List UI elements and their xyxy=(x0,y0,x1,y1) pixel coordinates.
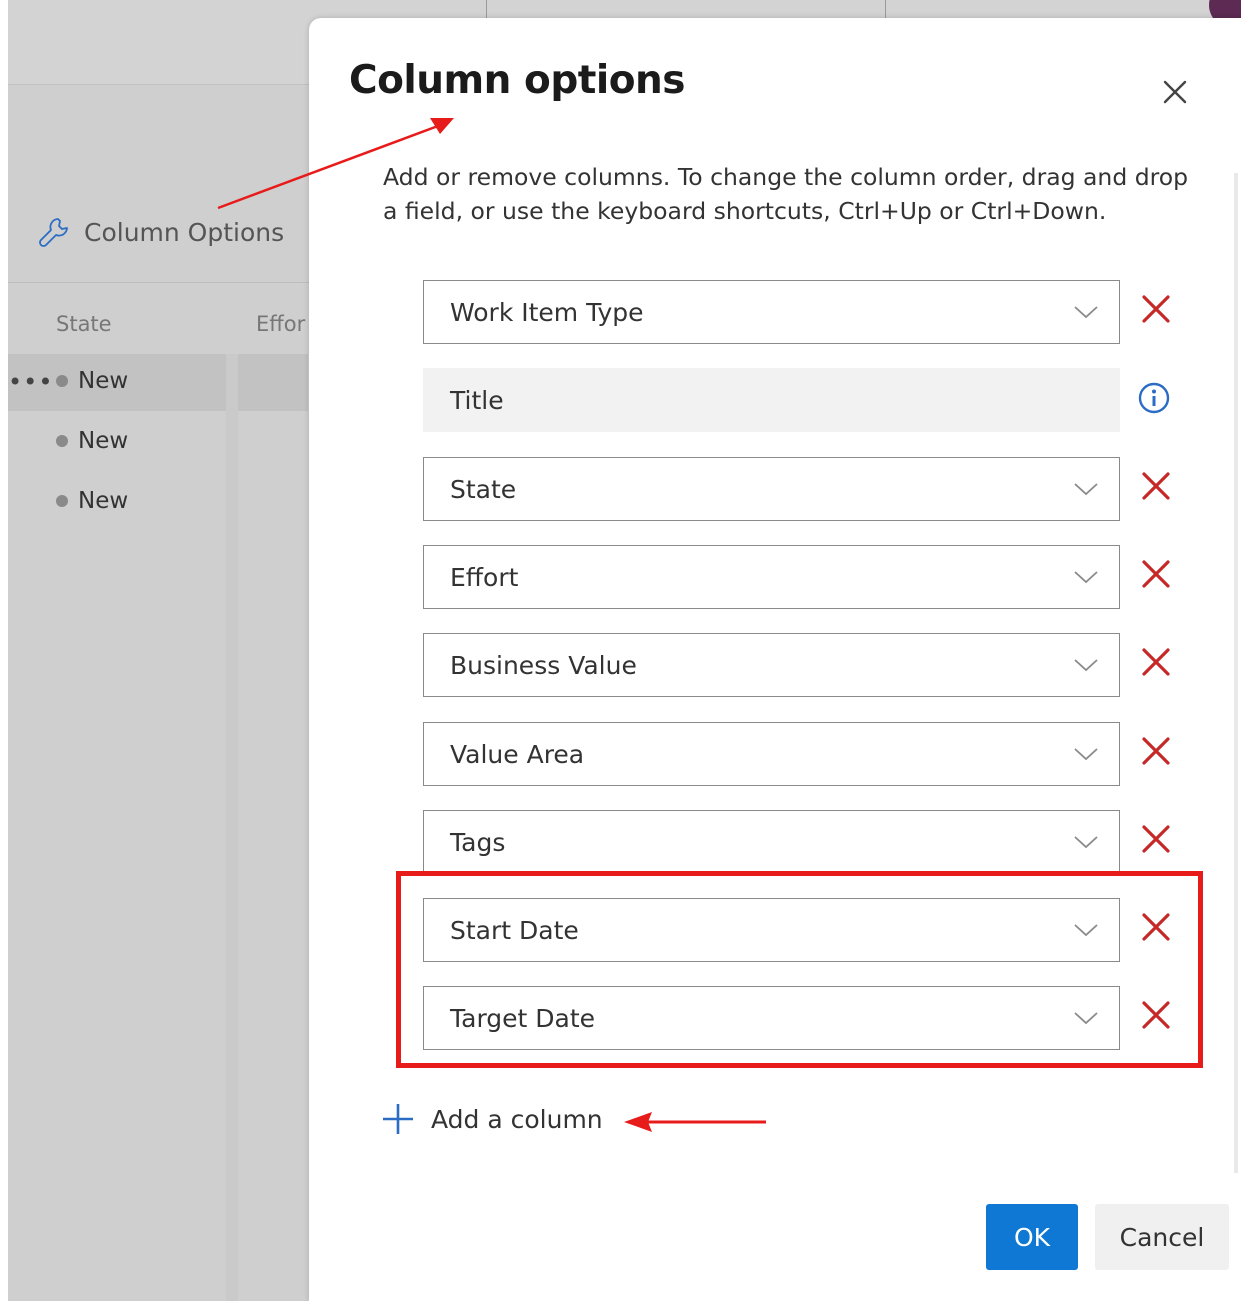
chevron-down-icon xyxy=(1074,748,1098,761)
search-box[interactable] xyxy=(486,0,886,20)
chevron-down-icon xyxy=(1074,659,1098,672)
column-field-dropdown[interactable]: Business Value xyxy=(423,633,1120,697)
row-state: New xyxy=(78,488,129,514)
column-field-label: Effort xyxy=(450,563,519,592)
column-field-dropdown[interactable]: Effort xyxy=(423,545,1120,609)
remove-column-icon[interactable] xyxy=(1141,647,1171,677)
remove-column-icon[interactable] xyxy=(1141,471,1171,501)
column-field-row[interactable]: Effort xyxy=(423,545,1223,609)
column-field-label: Work Item Type xyxy=(450,298,644,327)
more-actions-icon[interactable]: ••• xyxy=(8,368,53,396)
chevron-down-icon xyxy=(1074,571,1098,584)
remove-column-icon[interactable] xyxy=(1141,294,1171,324)
column-divider xyxy=(226,354,238,1301)
column-field-dropdown[interactable]: Tags xyxy=(423,810,1120,874)
column-field-label: State xyxy=(450,475,517,504)
column-header-state[interactable]: State xyxy=(56,312,112,336)
chevron-down-icon xyxy=(1074,483,1098,496)
column-field-label: Tags xyxy=(450,828,506,857)
add-column-label: Add a column xyxy=(431,1104,603,1134)
table-row[interactable]: New xyxy=(56,368,128,394)
dialog-title: Column options xyxy=(349,58,686,103)
close-icon[interactable] xyxy=(1157,74,1193,110)
column-field-dropdown[interactable]: Work Item Type xyxy=(423,280,1120,344)
dialog-description: Add or remove columns. To change the col… xyxy=(383,163,1189,225)
chevron-down-icon xyxy=(1074,836,1098,849)
column-field-locked: Title xyxy=(423,368,1120,432)
remove-column-icon[interactable] xyxy=(1141,736,1171,766)
plus-icon xyxy=(383,1104,413,1134)
chevron-down-icon xyxy=(1074,306,1098,319)
dialog-scrollbar[interactable] xyxy=(1234,173,1238,1173)
row-state: New xyxy=(78,428,129,454)
state-dot-icon xyxy=(56,375,68,387)
wrench-icon xyxy=(39,218,68,247)
row-state: New xyxy=(78,368,129,394)
column-field-label: Business Value xyxy=(450,651,637,680)
state-dot-icon xyxy=(56,435,68,447)
column-field-row[interactable]: Title xyxy=(423,368,1223,432)
remove-column-icon[interactable] xyxy=(1141,559,1171,589)
column-options-dialog: Column options Add or remove columns. To… xyxy=(309,18,1241,1301)
column-field-dropdown[interactable]: Value Area xyxy=(423,722,1120,786)
column-header-effort[interactable]: Effor xyxy=(256,312,305,336)
ok-button[interactable]: OK xyxy=(986,1204,1078,1270)
add-column-button[interactable]: Add a column xyxy=(381,1102,603,1136)
column-field-row[interactable]: Work Item Type xyxy=(423,280,1223,344)
state-dot-icon xyxy=(56,495,68,507)
column-field-row[interactable]: Business Value xyxy=(423,633,1223,697)
column-field-dropdown[interactable]: State xyxy=(423,457,1120,521)
column-field-row[interactable]: Value Area xyxy=(423,722,1223,786)
remove-column-icon[interactable] xyxy=(1141,824,1171,854)
column-field-row[interactable]: Tags xyxy=(423,810,1223,874)
info-icon[interactable] xyxy=(1137,381,1171,415)
column-field-row[interactable]: State xyxy=(423,457,1223,521)
column-field-label: Value Area xyxy=(450,740,585,769)
annotation-highlight-box xyxy=(396,871,1203,1068)
column-options-label: Column Options xyxy=(84,217,285,247)
table-row[interactable]: New xyxy=(56,488,128,514)
column-field-label: Title xyxy=(450,386,504,415)
cancel-button[interactable]: Cancel xyxy=(1095,1204,1229,1270)
table-row[interactable]: New xyxy=(56,428,128,454)
column-options-button[interactable]: Column Options xyxy=(38,216,284,248)
